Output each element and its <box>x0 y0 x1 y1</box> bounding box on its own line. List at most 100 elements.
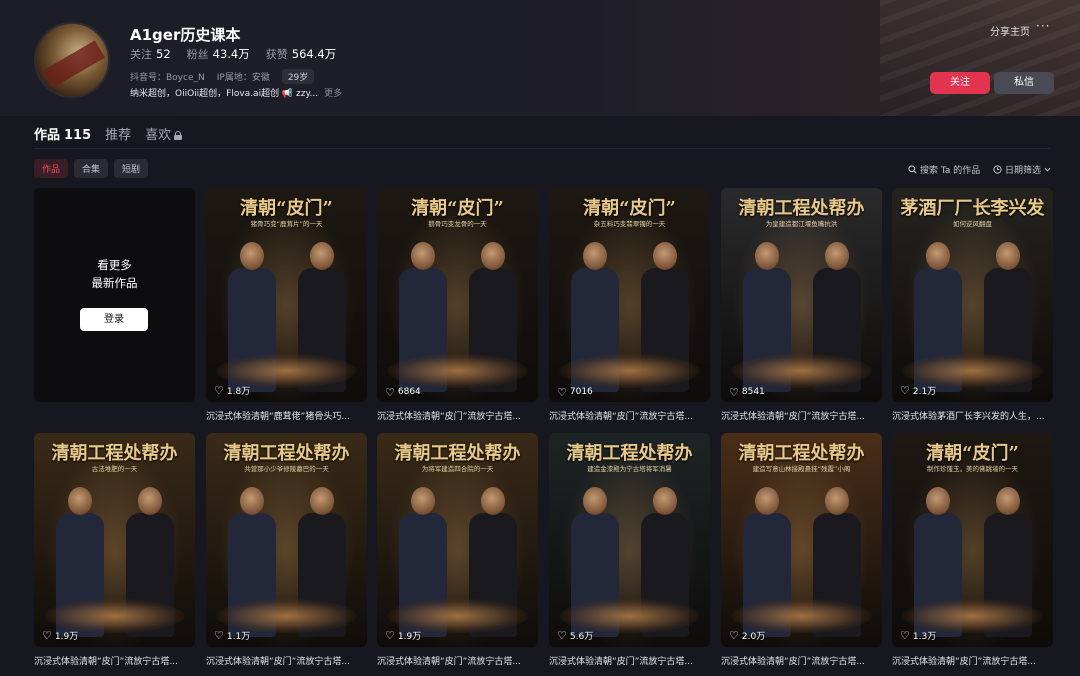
filter-chips: 作品 合集 短剧 <box>34 159 149 178</box>
search-icon <box>908 165 917 174</box>
video-card[interactable]: 清朝“皮门” 鹅骨巧变龙骨的一天 ♡ 6864 沉浸式体验清朝“皮门”流放宁古塔... <box>377 188 538 422</box>
video-caption[interactable]: 沉浸式体验清朝“皮门”流放宁古塔... <box>206 654 367 667</box>
video-caption[interactable]: 沉浸式体验清朝“皮门”流放宁古塔... <box>721 654 882 667</box>
video-thumbnail[interactable]: 清朝“皮门” 制作珍馐玉，美的佛跳墙的一天 ♡ 1.3万 <box>892 433 1053 647</box>
thumbnail-subtitle: 如何逆风翻盘 <box>953 220 992 228</box>
video-caption[interactable]: 沉浸式体验清朝“皮门”流放宁古塔... <box>549 409 710 422</box>
thumbnail-title: 清朝“皮门” <box>240 198 333 219</box>
video-card[interactable]: 清朝工程处帮办 为皇建造都江堰鱼嘴抗洪 ♡ 8541 沉浸式体验清朝“皮门”流放宁古塔.… <box>721 188 882 422</box>
video-thumbnail[interactable]: 清朝工程处帮办 建造金漆殿为宁古塔将军消暑 ♡ 5.6万 <box>549 433 710 647</box>
video-caption[interactable]: 沉浸式体验清朝“皮门”流放宁古塔... <box>549 654 710 667</box>
like-count: ♡ 2.0万 <box>729 629 766 642</box>
thumbnail-props <box>559 354 700 388</box>
message-button[interactable]: 私信 <box>994 72 1054 94</box>
video-caption[interactable]: 沉浸式体验清朝“鹿茸佬”猪骨头巧... <box>206 409 367 422</box>
thumbnail-props <box>387 354 528 388</box>
share-profile-link[interactable]: 分享主页 <box>990 23 1030 38</box>
avatar[interactable] <box>34 22 110 98</box>
video-thumbnail[interactable]: 清朝工程处帮办 为将军建造四合院的一天 ♡ 1.9万 <box>377 433 538 647</box>
thumbnail-title: 清朝工程处帮办 <box>738 198 865 219</box>
thumbnail-props <box>387 599 528 633</box>
video-thumbnail[interactable]: 茅酒厂厂长李兴发 如何逆风翻盘 ♡ 2.1万 <box>892 188 1053 402</box>
video-thumbnail[interactable]: 清朝工程处帮办 为皇建造都江堰鱼嘴抗洪 ♡ 8541 <box>721 188 882 402</box>
stat-following[interactable]: 关注 52 <box>130 46 171 62</box>
video-thumbnail[interactable]: 清朝工程处帮办 共营那小少爷修陵墓巴的一天 ♡ 1.1万 <box>206 433 367 647</box>
search-works-button[interactable]: 搜索 Ta 的作品 <box>908 163 980 176</box>
video-thumbnail[interactable]: 清朝工程处帮办 古法堆肥的一天 ♡ 1.9万 <box>34 433 195 647</box>
thumbnail-subtitle: 建造金漆殿为宁古塔将军消暑 <box>587 465 672 473</box>
thumbnail-title: 茅酒厂厂长李兴发 <box>900 198 1045 219</box>
profile-stats: 关注 52 粉丝 43.4万 获赞 564.4万 <box>130 46 336 62</box>
date-filter-dropdown[interactable]: 日期筛选 <box>993 163 1051 176</box>
video-card[interactable]: 清朝“皮门” 制作珍馐玉，美的佛跳墙的一天 ♡ 1.3万沉浸式体验清朝“皮门”流放宁古… <box>892 433 1053 667</box>
video-card[interactable]: 清朝工程处帮办 为将军建造四合院的一天 ♡ 1.9万沉浸式体验清朝“皮门”流放宁古塔.… <box>377 433 538 667</box>
video-card[interactable]: 清朝工程处帮办 建造金漆殿为宁古塔将军消暑 ♡ 5.6万沉浸式体验清朝“皮门”流放宁古… <box>549 433 710 667</box>
chip-short-dramas[interactable]: 短剧 <box>114 159 149 178</box>
video-caption[interactable]: 沉浸式体验清朝“皮门”流放宁古塔... <box>721 409 882 422</box>
clock-icon <box>993 165 1002 174</box>
video-card[interactable]: 清朝工程处帮办 古法堆肥的一天 ♡ 1.9万沉浸式体验清朝“皮门”流放宁古塔... <box>34 433 195 667</box>
video-card[interactable]: 清朝“皮门” 杂五料巧变翡翠镯的一天 ♡ 7016 沉浸式体验清朝“皮门”流放宁古塔..… <box>549 188 710 422</box>
tab-recommend[interactable]: 推荐 <box>105 124 131 143</box>
thumbnail-subtitle: 杂五料巧变翡翠镯的一天 <box>593 220 666 228</box>
thumbnail-subtitle: 制作珍馐玉，美的佛跳墙的一天 <box>927 465 1018 473</box>
thumbnail-subtitle: 猪骨巧变“鹿茸片”的一天 <box>250 220 323 228</box>
chip-works[interactable]: 作品 <box>34 159 69 178</box>
follow-button[interactable]: 关注 <box>930 72 990 94</box>
thumbnail-subtitle: 鹅骨巧变龙骨的一天 <box>428 220 487 228</box>
login-button[interactable]: 登录 <box>80 308 148 331</box>
thumbnail-props <box>216 354 357 388</box>
video-card[interactable]: 清朝工程处帮办 建造写意山林接殿悬挂“残霞”小阁 ♡ 2.0万沉浸式体验清朝“皮门”流… <box>721 433 882 667</box>
thumbnail-props <box>559 599 700 633</box>
heart-icon: ♡ <box>900 384 910 397</box>
like-count: ♡ 5.6万 <box>557 629 594 642</box>
heart-icon: ♡ <box>557 385 567 399</box>
tab-liked[interactable]: 喜欢 <box>145 124 183 143</box>
profile-header: A1ger历史课本 关注 52 粉丝 43.4万 获赞 564.4万 抖音号：Boyc… <box>0 0 1080 116</box>
thumbnail-props <box>216 599 357 633</box>
thumbnail-subtitle: 共营那小少爷修陵墓巴的一天 <box>244 465 329 473</box>
thumbnail-title: 清朝工程处帮办 <box>394 443 521 464</box>
heart-icon: ♡ <box>385 385 395 399</box>
video-thumbnail[interactable]: 清朝“皮门” 杂五料巧变翡翠镯的一天 ♡ 7016 <box>549 188 710 402</box>
thumbnail-props <box>731 354 872 388</box>
like-count: ♡ 1.9万 <box>385 629 422 642</box>
profile-bio: 纳米超创，OiiOii超创，Flova.ai超创 📢 zzy... 更多 <box>130 89 343 99</box>
video-caption[interactable]: 沉浸式体验清朝“皮门”流放宁古塔... <box>892 654 1053 667</box>
video-card[interactable]: 清朝工程处帮办 共营那小少爷修陵墓巴的一天 ♡ 1.1万沉浸式体验清朝“皮门”流放宁古… <box>206 433 367 667</box>
video-thumbnail[interactable]: 清朝工程处帮办 建造写意山林接殿悬挂“残霞”小阁 ♡ 2.0万 <box>721 433 882 647</box>
thumbnail-title: 清朝“皮门” <box>583 198 676 219</box>
chip-collections[interactable]: 合集 <box>74 159 109 178</box>
video-caption[interactable]: 沉浸式体验茅酒厂长李兴发的人生，... <box>892 409 1053 422</box>
chevron-down-icon <box>1044 167 1051 172</box>
thumbnail-props <box>902 354 1043 388</box>
like-count: ♡ 1.3万 <box>900 629 937 642</box>
video-thumbnail[interactable]: 清朝“皮门” 鹅骨巧变龙骨的一天 ♡ 6864 <box>377 188 538 402</box>
thumbnail-subtitle: 古法堆肥的一天 <box>91 465 138 473</box>
video-card[interactable]: 茅酒厂厂长李兴发 如何逆风翻盘 ♡ 2.1万 沉浸式体验茅酒厂长李兴发的人生，... <box>892 188 1053 422</box>
lock-icon <box>174 131 183 140</box>
video-caption[interactable]: 沉浸式体验清朝“皮门”流放宁古塔... <box>377 409 538 422</box>
like-count: ♡ 8541 <box>729 385 765 399</box>
heart-icon: ♡ <box>729 629 739 642</box>
login-prompt-text: 看更多 最新作品 <box>91 258 138 290</box>
age-tag: 29岁 <box>281 69 315 84</box>
like-count: ♡ 7016 <box>557 385 593 399</box>
video-caption[interactable]: 沉浸式体验清朝“皮门”流放宁古塔... <box>34 654 195 667</box>
thumbnail-title: 清朝“皮门” <box>926 443 1019 464</box>
thumbnail-title: 清朝工程处帮办 <box>738 443 865 464</box>
profile-name: A1ger历史课本 <box>130 26 241 44</box>
thumbnail-title: 清朝工程处帮办 <box>566 443 693 464</box>
more-options-icon[interactable]: ··· <box>1036 19 1050 33</box>
ip-location: IP属地：安徽 <box>216 73 270 83</box>
douyin-id: 抖音号：Boyce_N <box>130 73 205 83</box>
video-card[interactable]: 清朝“皮门” 猪骨巧变“鹿茸片”的一天 ♡ 1.8万沉浸式体验清朝“鹿茸佬”猪骨头巧.… <box>206 188 367 422</box>
video-thumbnail[interactable]: 清朝“皮门” 猪骨巧变“鹿茸片”的一天 ♡ 1.8万 <box>206 188 367 402</box>
video-caption[interactable]: 沉浸式体验清朝“皮门”流放宁古塔... <box>377 654 538 667</box>
like-count: ♡ 1.1万 <box>214 629 251 642</box>
thumbnail-title: 清朝工程处帮办 <box>223 443 350 464</box>
tab-works[interactable]: 作品 115 <box>34 124 91 143</box>
heart-icon: ♡ <box>729 385 739 399</box>
bio-more-link[interactable]: 更多 <box>324 89 342 99</box>
stat-fans[interactable]: 粉丝 43.4万 <box>187 46 250 62</box>
